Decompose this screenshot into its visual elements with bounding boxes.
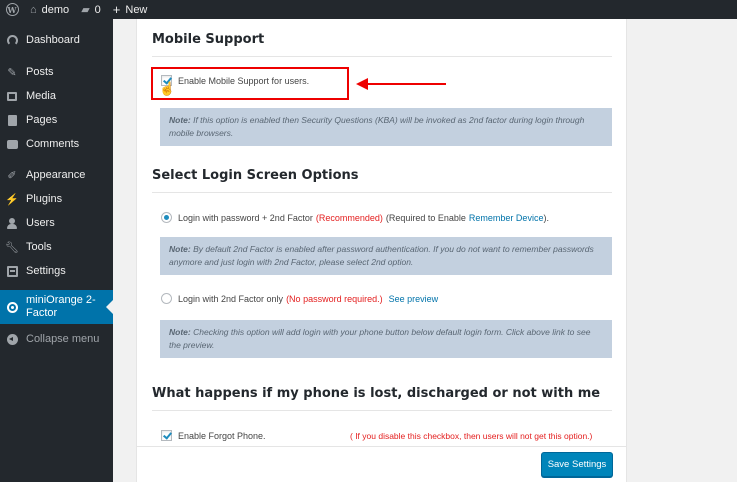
collapse-icon <box>0 333 24 345</box>
note-text: By default 2nd Factor is enabled after p… <box>169 244 594 267</box>
sidebar-item-label: Comments <box>26 138 80 150</box>
sidebar-item-label: Media <box>26 90 56 102</box>
wordpress-icon: W <box>5 3 19 16</box>
phone-lost-title: What happens if my phone is lost, discha… <box>152 386 601 401</box>
see-preview-link[interactable]: See preview <box>389 294 439 304</box>
sidebar-item-media[interactable]: Media <box>0 86 113 106</box>
forgot-phone-option: Enable Forgot Phone. <box>161 430 266 441</box>
forgot-phone-label: Enable Forgot Phone. <box>178 430 266 441</box>
plug-icon: ⚡ <box>5 193 19 206</box>
sidebar-item-dashboard[interactable]: Dashboard <box>0 30 113 50</box>
new-label: New <box>125 3 148 16</box>
login-option2-note: Note: Checking this option will add logi… <box>160 320 612 358</box>
comments-icon <box>0 139 24 149</box>
users-icon <box>0 217 24 229</box>
sidebar-item-appearance[interactable]: ✐ Appearance <box>0 165 113 185</box>
red-arrow-icon <box>356 78 446 90</box>
pin-icon: ✎ <box>7 66 17 79</box>
sidebar-item-label: Tools <box>26 241 52 253</box>
miniorange-icon <box>0 301 24 313</box>
password-2fa-label: Login with password + 2nd Factor <box>178 212 313 223</box>
settings-panel: Mobile Support Enable Mobile Support for… <box>136 19 627 482</box>
note-label: Note: <box>169 327 191 337</box>
sidebar-item-label: Posts <box>26 66 54 78</box>
active-indicator <box>106 300 113 314</box>
required-suffix: ). <box>543 212 549 223</box>
login-option1-note: Note: By default 2nd Factor is enabled a… <box>160 237 612 275</box>
sidebar-item-tools[interactable]: 🔧︎ Tools <box>0 237 113 257</box>
plus-icon: + <box>112 2 121 17</box>
admin-bar: W ⌂ demo ▰ 0 + New <box>0 0 737 19</box>
new-content-link[interactable]: + New <box>107 0 154 19</box>
note-label: Note: <box>169 244 191 254</box>
site-name-link[interactable]: ⌂ demo <box>24 0 75 19</box>
sidebar-item-label: miniOrange 2- Factor <box>24 294 96 320</box>
brush-icon: ✐ <box>7 169 17 182</box>
admin-sidebar: Dashboard ✎ Posts Media Pages Comments ✐… <box>0 19 113 482</box>
comment-icon: ▰ <box>81 4 90 16</box>
sidebar-item-label: Plugins <box>26 193 63 205</box>
miniorange-label-line1: miniOrange 2- <box>26 294 96 306</box>
miniorange-label-line2: Factor <box>26 307 58 319</box>
sidebar-item-label: Pages <box>26 114 58 126</box>
password-2fa-radio[interactable] <box>161 212 172 223</box>
divider <box>152 410 612 411</box>
remember-device-link[interactable]: Remember Device <box>469 213 544 223</box>
site-name: demo <box>41 3 70 16</box>
login-option-2fa-only: Login with 2nd Factor only (No password … <box>161 293 438 304</box>
note-label: Note: <box>169 115 191 125</box>
collapse-label: Collapse menu <box>26 333 100 345</box>
pages-icon <box>0 114 24 126</box>
comments-link[interactable]: ▰ 0 <box>75 0 107 19</box>
media-icon <box>0 91 24 101</box>
hand-cursor-icon: ☝ <box>159 81 176 96</box>
sidebar-item-miniorange[interactable]: miniOrange 2- Factor <box>0 290 113 324</box>
note-text: Checking this option will add login with… <box>169 327 591 350</box>
save-settings-button[interactable]: Save Settings <box>541 452 613 477</box>
mobile-support-title: Mobile Support <box>152 32 265 47</box>
login-option-password-2fa: Login with password + 2nd Factor (Recomm… <box>161 212 549 223</box>
sidebar-item-label: Dashboard <box>26 34 80 46</box>
no-password-text: (No password required.) <box>286 293 383 304</box>
home-icon: ⌂ <box>30 3 37 16</box>
sidebar-item-label: Users <box>26 217 55 229</box>
sidebar-item-users[interactable]: Users <box>0 213 113 233</box>
recommended-text: (Recommended) <box>315 212 383 223</box>
sidebar-item-label: Settings <box>26 265 66 277</box>
wrench-icon: 🔧︎ <box>5 241 19 254</box>
note-text: If this option is enabled then Security … <box>169 115 585 138</box>
forgot-phone-warning: ( If you disable this checkbox, then use… <box>350 431 593 441</box>
sidebar-item-plugins[interactable]: ⚡ Plugins <box>0 189 113 209</box>
highlight-box <box>151 67 349 100</box>
login-options-title: Select Login Screen Options <box>152 168 359 183</box>
sidebar-item-label: Appearance <box>26 169 86 181</box>
forgot-phone-checkbox[interactable] <box>161 430 172 441</box>
divider <box>152 192 612 193</box>
sidebar-item-settings[interactable]: Settings <box>0 261 113 281</box>
wordpress-logo-button[interactable]: W <box>0 0 24 19</box>
divider <box>152 56 612 57</box>
2fa-only-radio[interactable] <box>161 293 172 304</box>
save-footer: Save Settings <box>137 446 626 482</box>
sidebar-item-comments[interactable]: Comments <box>0 134 113 154</box>
dashboard-icon <box>0 34 24 46</box>
sidebar-item-posts[interactable]: ✎ Posts <box>0 62 113 82</box>
mobile-support-note: Note: If this option is enabled then Sec… <box>160 108 612 146</box>
comments-count: 0 <box>94 3 101 16</box>
collapse-menu-button[interactable]: Collapse menu <box>0 329 113 349</box>
required-text: (Required to Enable <box>385 212 466 223</box>
2fa-only-label: Login with 2nd Factor only <box>178 293 284 304</box>
settings-icon <box>0 265 24 277</box>
sidebar-item-pages[interactable]: Pages <box>0 110 113 130</box>
